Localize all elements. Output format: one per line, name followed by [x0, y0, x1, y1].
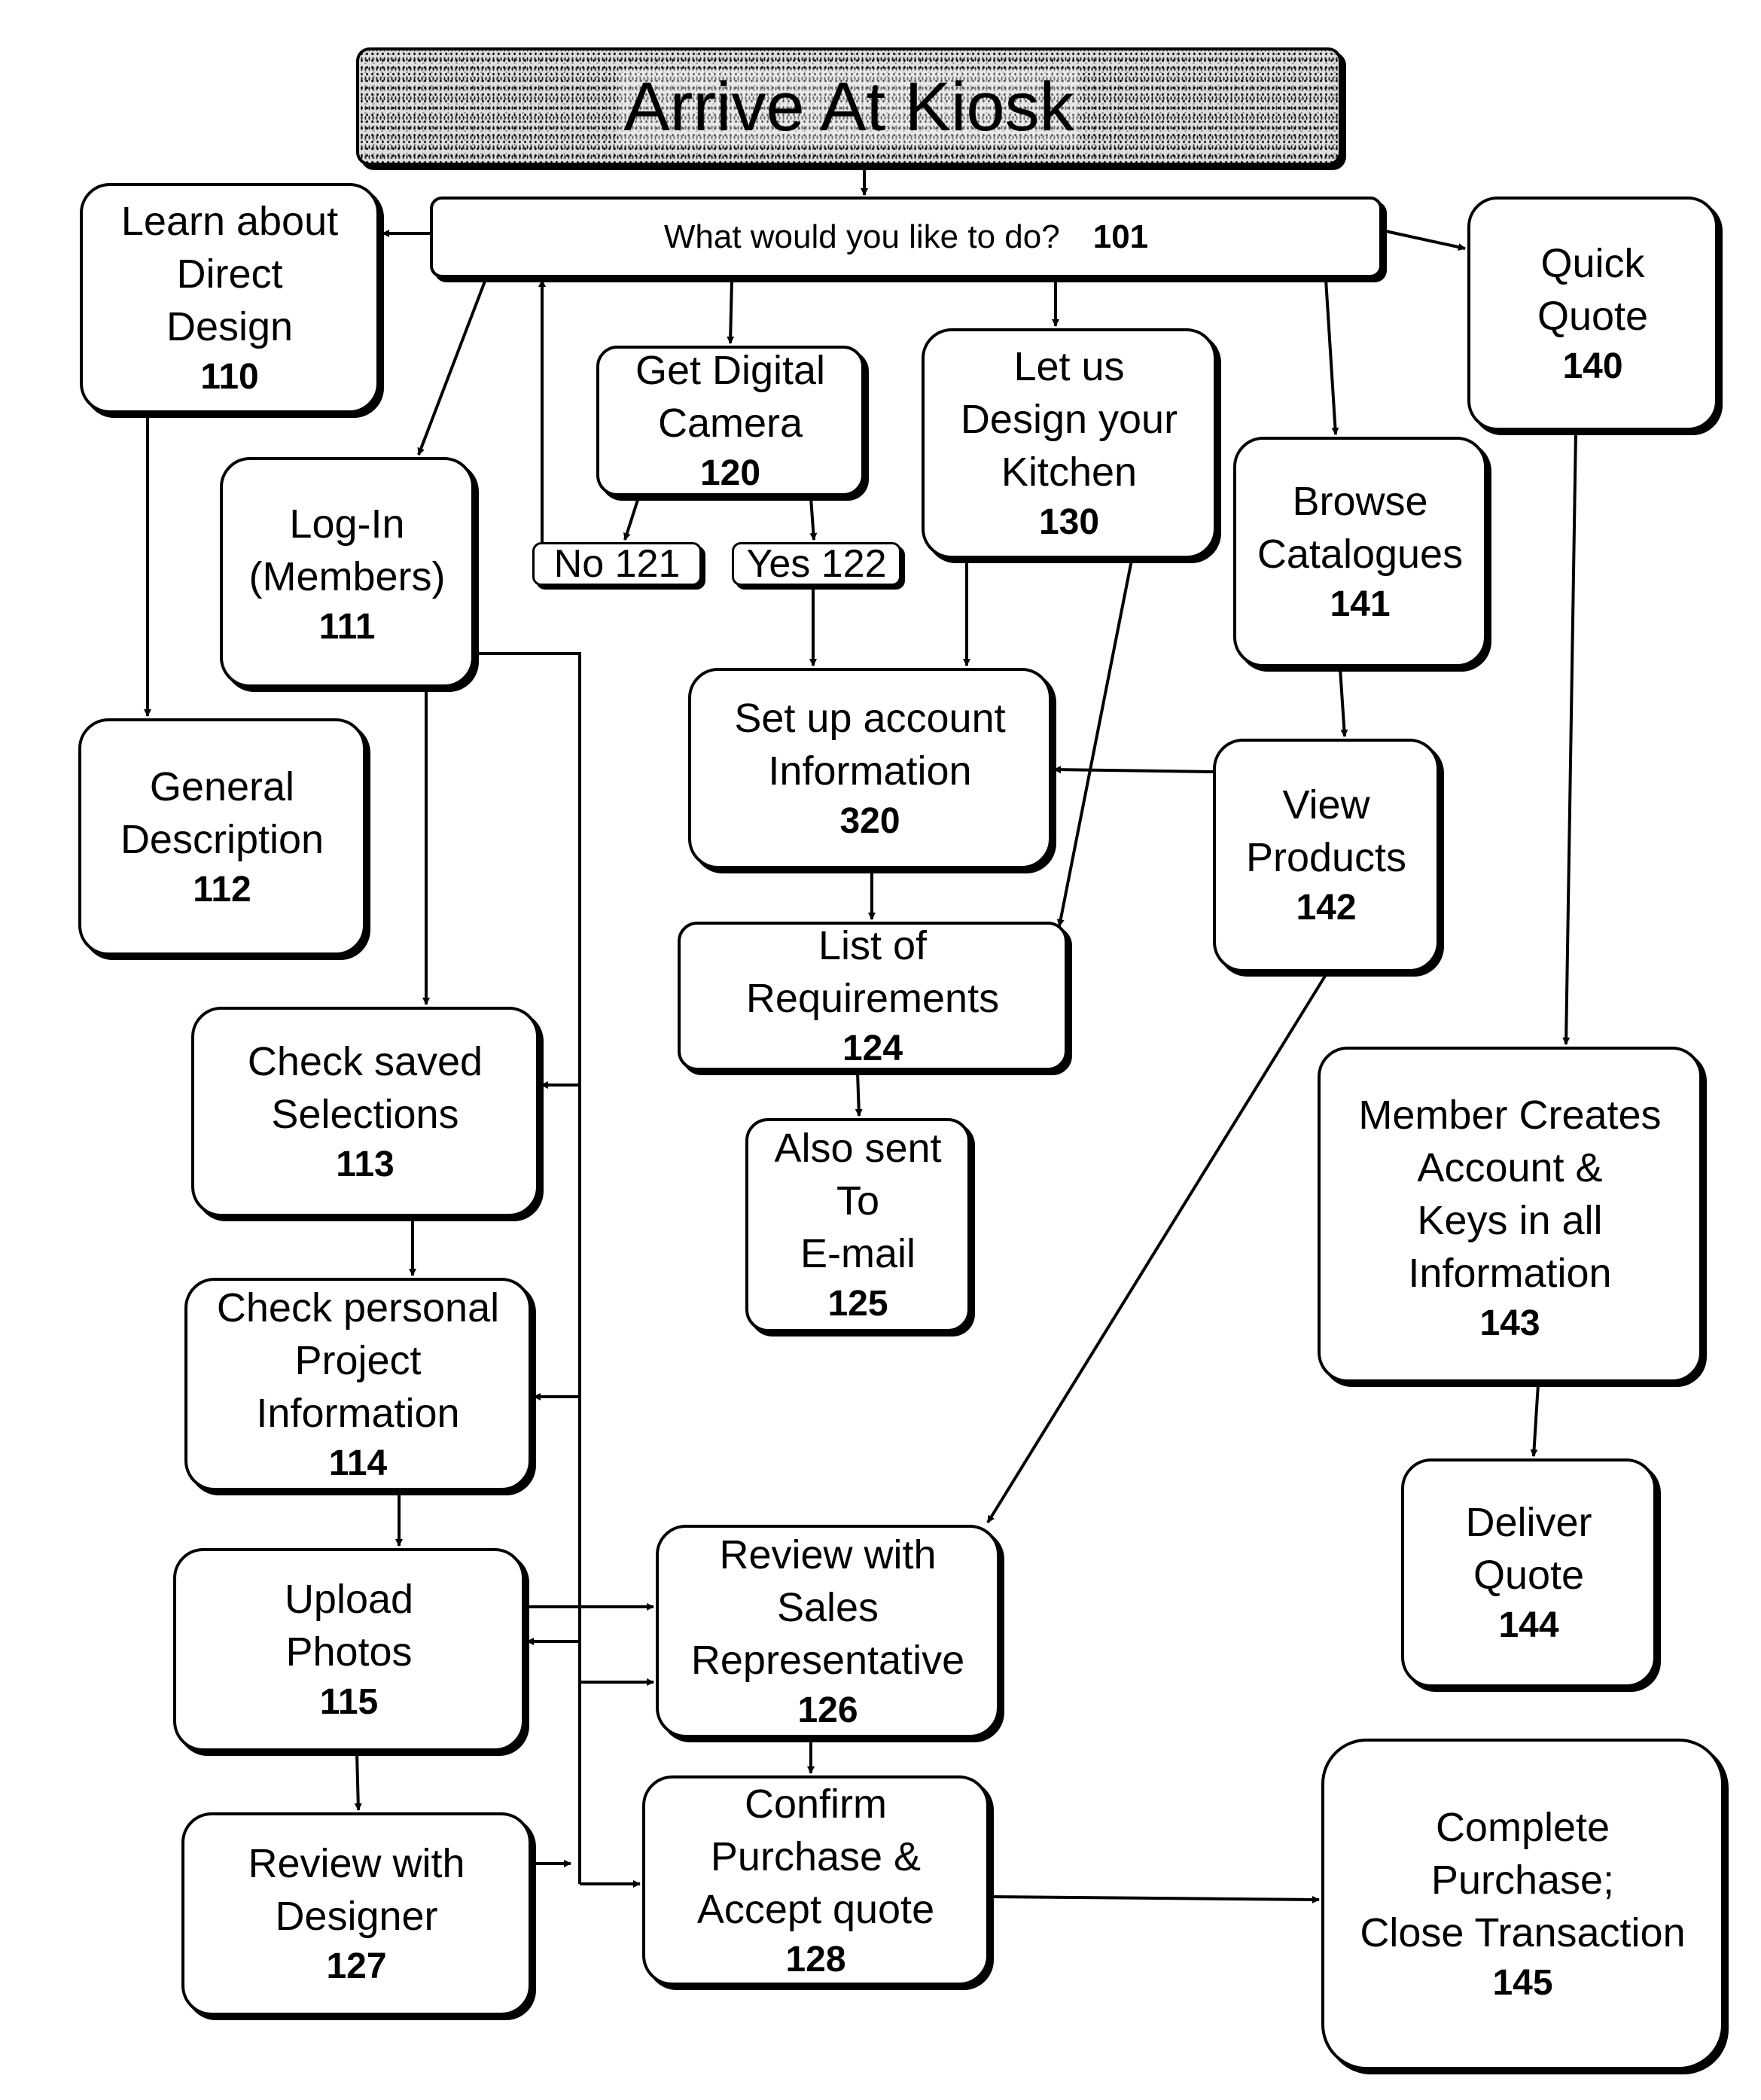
node-number: 124	[842, 1029, 903, 1068]
node-142: View Products 142	[1213, 739, 1440, 972]
node-label: Complete Purchase; Close Transaction	[1360, 1805, 1686, 1955]
node-number: 110	[200, 357, 259, 397]
arrive-at-kiosk-node: Arrive At Kiosk	[356, 47, 1342, 166]
arrow-120-to-121	[623, 497, 640, 541]
node-label: Also sent To E-mail	[774, 1126, 942, 1276]
node-141: Browse Catalogues 141	[1233, 437, 1487, 667]
node-number: 144	[1498, 1605, 1559, 1645]
node-140: Quick Quote 140	[1467, 197, 1718, 431]
node-number: 320	[839, 800, 900, 841]
node-number: 126	[797, 1690, 858, 1730]
arrow-141-to-142	[1339, 668, 1348, 737]
arrow-124-to-125	[855, 1071, 863, 1117]
node-label: Quick Quote	[1537, 241, 1649, 339]
node-label: Learn about Direct Design	[120, 199, 339, 349]
node-number: 122	[821, 542, 887, 586]
node-127: Review with Designer 127	[181, 1812, 532, 2016]
node-126: Review with Sales Representative 126	[656, 1525, 1000, 1738]
node-label: Get Digital Camera	[635, 348, 826, 446]
node-143: Member Creates Account & Keys in all Inf…	[1318, 1047, 1702, 1382]
node-112: General Description 112	[78, 718, 366, 956]
node-label: Check personal Project Information	[216, 1285, 500, 1436]
node-number: 121	[614, 542, 681, 586]
arrow-143-to-144	[1530, 1383, 1540, 1457]
node-label: Browse Catalogues	[1257, 479, 1464, 577]
node-number: 143	[1479, 1303, 1540, 1343]
node-label: Review with Sales Representative	[690, 1532, 965, 1683]
node-label: Upload Photos	[284, 1577, 414, 1675]
node-label: Member Creates Account & Keys in all Inf…	[1358, 1093, 1662, 1296]
node-label: Let us Design your Kitchen	[960, 344, 1178, 495]
arrow-120-to-122	[809, 497, 818, 541]
node-130: Let us Design your Kitchen 130	[922, 328, 1217, 559]
arrow-101-to-111	[417, 279, 487, 456]
node-114: Check personal Project Information 114	[184, 1278, 532, 1491]
node-label: General Description	[120, 763, 324, 862]
arrow-128-to-145	[989, 1895, 1320, 1903]
arrow-142-to-320	[1053, 766, 1214, 774]
arrow-101-to-141	[1324, 279, 1339, 435]
node-label: Log-In (Members)	[248, 501, 446, 599]
node-115: Upload Photos 115	[173, 1548, 525, 1751]
node-number: 113	[336, 1144, 395, 1184]
arrow-115-to-127	[354, 1752, 362, 1811]
node-number: 120	[699, 453, 761, 493]
node-label: List of Requirements	[745, 923, 1000, 1021]
node-number: 130	[1038, 502, 1100, 542]
node-number: 140	[1562, 346, 1623, 386]
node-number: 114	[328, 1443, 388, 1483]
node-number: 142	[1296, 888, 1357, 928]
node-number: 145	[1492, 1963, 1553, 2003]
node-122-yes: Yes 122	[732, 542, 901, 586]
node-101-prompt: What would you like to do? 101	[430, 197, 1382, 278]
node-144: Deliver Quote 144	[1401, 1458, 1656, 1687]
arrow-101-to-120	[727, 279, 735, 344]
node-113: Check saved Selections 113	[191, 1007, 539, 1217]
node-number: 141	[1330, 584, 1391, 624]
node-number: 127	[326, 1946, 387, 1986]
node-125: Also sent To E-mail 125	[745, 1118, 970, 1332]
node-label: Arrive At Kiosk	[619, 69, 1079, 145]
arrow-101-to-140	[1382, 229, 1466, 251]
node-number: 111	[318, 607, 376, 647]
node-number: 125	[827, 1284, 888, 1324]
node-128: Confirm Purchase & Accept quote 128	[642, 1775, 989, 1986]
node-110: Learn about Direct Design 110	[80, 183, 379, 413]
node-label: No	[553, 542, 605, 586]
node-label: Deliver Quote	[1465, 1500, 1592, 1598]
node-label: Yes	[746, 542, 811, 586]
node-120: Get Digital Camera 120	[596, 346, 864, 496]
node-number: 112	[193, 869, 251, 910]
node-label: Check saved Selections	[247, 1038, 483, 1137]
node-number: 101	[1092, 218, 1149, 255]
node-111: Log-In (Members) 111	[220, 457, 474, 687]
arrow-140-to-143	[1562, 431, 1577, 1045]
node-320: Set up account Information 320	[688, 668, 1052, 869]
node-number: 128	[785, 1939, 846, 1980]
node-124: List of Requirements 124	[678, 922, 1068, 1071]
node-number: 115	[319, 1682, 379, 1722]
node-121-no: No 121	[532, 542, 702, 586]
node-label: View Products	[1245, 782, 1407, 880]
node-label: Set up account Information	[734, 695, 1006, 794]
node-label: Confirm Purchase & Accept quote	[696, 1781, 935, 1932]
arrow-130-to-124	[1056, 559, 1133, 927]
node-label: Review with Designer	[248, 1841, 465, 1939]
node-label: What would you like to do?	[663, 218, 1060, 255]
node-145: Complete Purchase; Close Transaction 145	[1321, 1739, 1724, 2070]
